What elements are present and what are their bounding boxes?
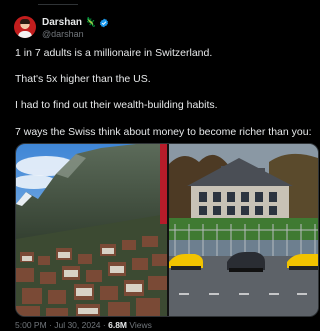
avatar[interactable] xyxy=(14,16,36,38)
views-label: Views xyxy=(127,320,152,330)
tweet-text-line: 7 ways the Swiss think about money to be… xyxy=(15,126,312,138)
views-count[interactable]: 6.8M xyxy=(108,320,127,330)
post-time[interactable]: 5:00 PM xyxy=(15,320,47,330)
mansion-supercars-photo[interactable] xyxy=(169,144,318,316)
tweet-text-line: 1 in 7 adults is a millionaire in Switze… xyxy=(15,47,213,59)
author-display-name[interactable]: Darshan xyxy=(42,17,82,28)
thread-divider xyxy=(0,0,320,8)
verified-badge-icon xyxy=(99,18,109,28)
author-name-row[interactable]: Darshan 🦎 xyxy=(42,16,109,29)
meta-separator: · xyxy=(100,320,109,330)
tweet-text-line: I had to find out their wealth-building … xyxy=(15,99,218,111)
author-handle[interactable]: @darshan xyxy=(42,29,84,39)
tweet-text-line: That's 5x higher than the US. xyxy=(15,73,151,85)
lizard-emoji-icon: 🦎 xyxy=(85,17,97,27)
tweet-media[interactable] xyxy=(15,143,319,317)
tweet[interactable]: Darshan 🦎 @darshan 1 in 7 adults is a mi… xyxy=(0,0,320,331)
post-date[interactable]: Jul 30, 2024 xyxy=(54,320,100,330)
village-mountain-photo[interactable] xyxy=(16,144,167,316)
tweet-meta: 5:00 PM · Jul 30, 2024 · 6.8M Views xyxy=(15,320,152,330)
